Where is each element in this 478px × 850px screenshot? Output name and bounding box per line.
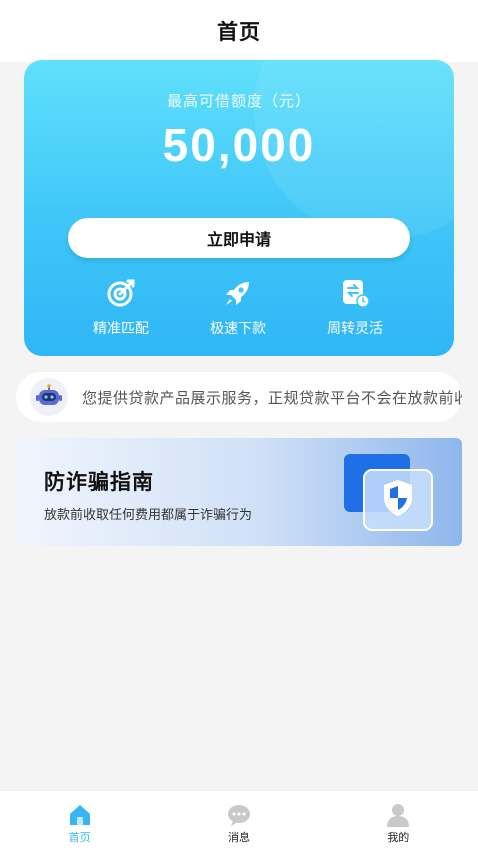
notice-bar[interactable]: 您提供贷款产品展示服务，正规贷款平台不会在放款前收取任何费用 (16, 372, 462, 422)
transfer-clock-icon (338, 276, 372, 310)
credit-card: 最高可借额度（元） 50,000 立即申请 精准匹配 极速下款 周转灵活 (24, 60, 454, 356)
feature-precise-match: 精准匹配 (86, 276, 156, 338)
credit-limit-amount: 50,000 (162, 119, 316, 171)
feature-list: 精准匹配 极速下款 周转灵活 (24, 276, 454, 338)
tab-mine[interactable]: 我的 (319, 791, 478, 850)
notice-text: 您提供贷款产品展示服务，正规贷款平台不会在放款前收取任何费用 (82, 388, 462, 407)
rocket-icon (221, 276, 255, 310)
apply-button[interactable]: 立即申请 (68, 218, 410, 258)
feature-fast-loan: 极速下款 (203, 276, 273, 338)
feature-label: 精准匹配 (93, 321, 149, 337)
tab-label: 我的 (387, 831, 410, 844)
top-header: 首页 (0, 0, 478, 62)
tab-label: 消息 (227, 831, 250, 844)
feature-label: 极速下款 (210, 321, 266, 337)
tab-home[interactable]: 首页 (0, 791, 159, 850)
feature-label: 周转灵活 (327, 321, 383, 337)
tab-messages[interactable]: 消息 (159, 791, 318, 850)
bottom-tab-bar: 首页 消息 我的 (0, 790, 478, 850)
anti-fraud-subtitle: 放款前收取任何费用都属于诈骗行为 (44, 508, 253, 523)
tab-label: 首页 (68, 831, 91, 844)
shield-icon (344, 452, 436, 532)
robot-icon (30, 378, 68, 416)
credit-limit-label: 最高可借额度（元） (166, 92, 311, 110)
anti-fraud-guide-banner[interactable]: 防诈骗指南 放款前收取任何费用都属于诈骗行为 (16, 438, 462, 546)
anti-fraud-title: 防诈骗指南 (44, 470, 154, 494)
home-icon (67, 803, 93, 827)
target-icon (104, 276, 138, 310)
feature-flexible-turnover: 周转灵活 (320, 276, 390, 338)
page-title: 首页 (217, 20, 261, 44)
message-icon (226, 803, 252, 827)
user-icon (385, 803, 411, 827)
